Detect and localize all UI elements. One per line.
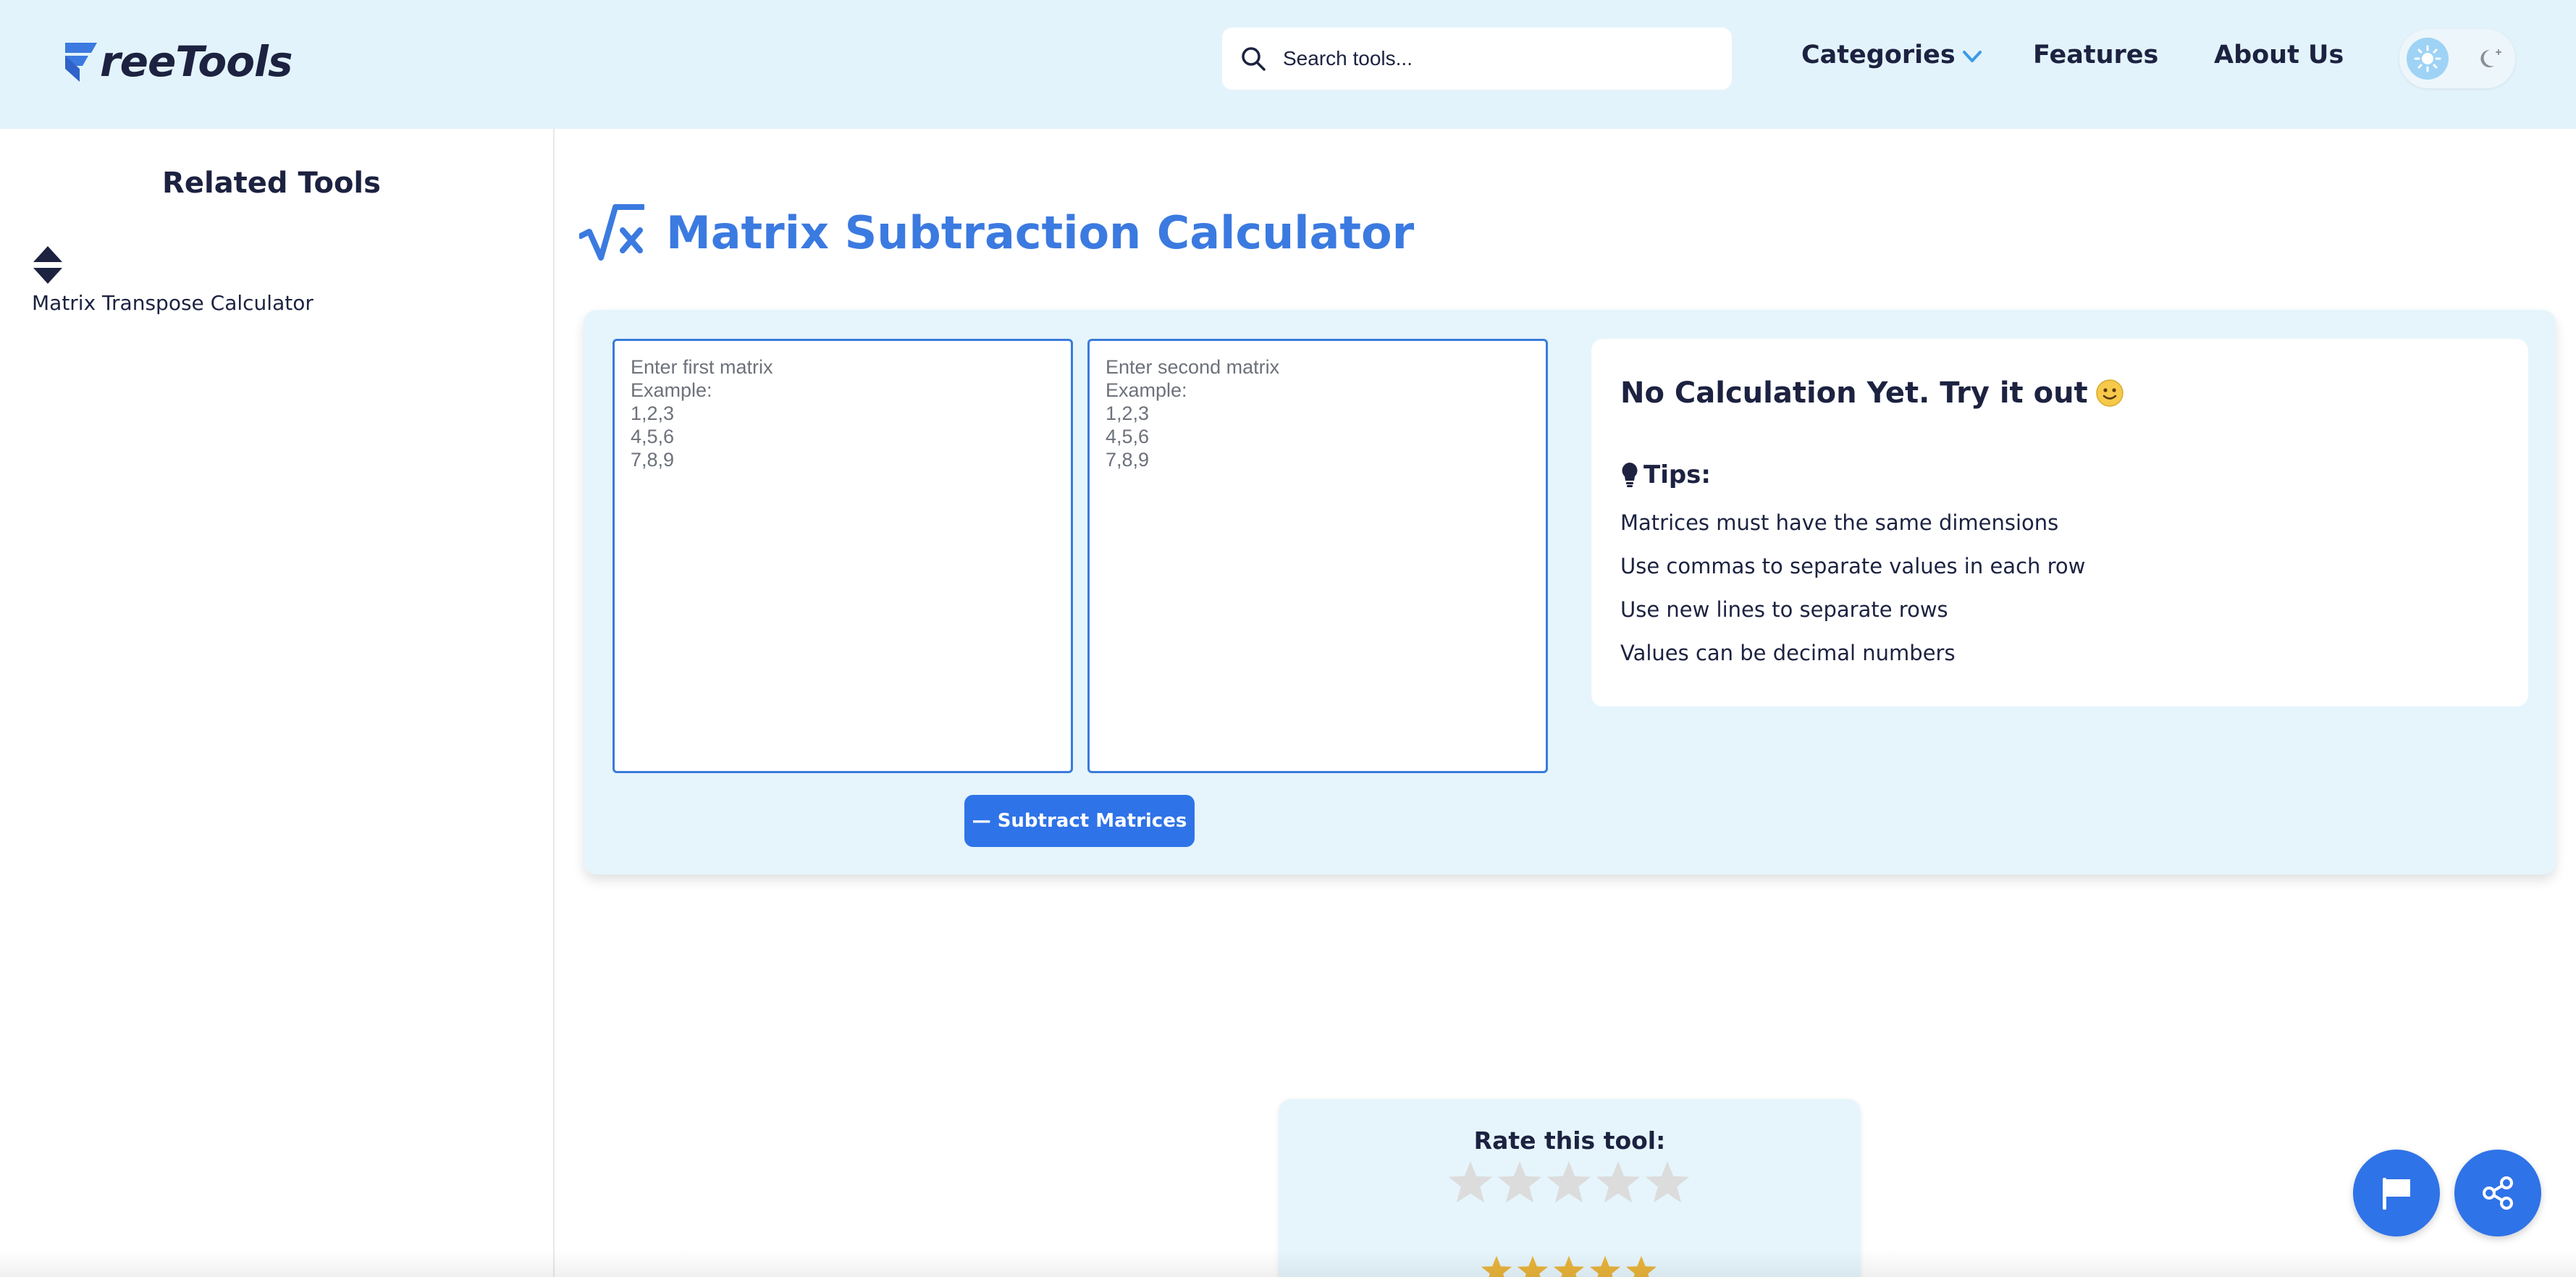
sort-arrows-icon <box>33 246 62 284</box>
rating-title: Rate this tool: <box>1473 1126 1666 1155</box>
first-matrix-input[interactable] <box>613 339 1073 773</box>
dark-mode-option[interactable] <box>2469 38 2511 80</box>
tips-heading-text: Tips: <box>1643 460 1712 489</box>
tip-item: Use commas to separate values in each ro… <box>1620 554 2086 578</box>
smile-emoji-icon <box>2095 379 2123 407</box>
chevron-down-icon <box>1962 51 1982 62</box>
site-header: reeTools Categories Features About Us <box>0 0 2576 129</box>
tips-heading: Tips: <box>1620 460 2499 489</box>
nav-about-label: About Us <box>2214 41 2344 69</box>
moon-icon <box>2480 49 2501 67</box>
square-root-x-icon <box>579 204 644 261</box>
sidebar-title: Related Tools <box>162 167 381 200</box>
search-icon <box>1242 47 1266 71</box>
nav-categories[interactable]: Categories <box>1801 41 1983 69</box>
rating-stars <box>1447 1158 1693 1206</box>
star-5-icon[interactable] <box>1643 1158 1691 1206</box>
tips-list: Matrices must have the same dimensions U… <box>1620 501 2499 675</box>
result-title-text: No Calculation Yet. Try it out <box>1620 376 2088 410</box>
calculator-panel: — Subtract Matrices No Calculation Yet. … <box>584 310 2556 874</box>
related-tool-matrix-transpose[interactable]: Matrix Transpose Calculator <box>32 245 313 315</box>
tip-item: Values can be decimal numbers <box>1620 641 1956 665</box>
page-title: Matrix Subtraction Calculator <box>666 206 1415 259</box>
share-icon <box>2483 1176 2513 1210</box>
nav-features[interactable]: Features <box>2033 41 2158 69</box>
star-filled-icon <box>1517 1255 1549 1277</box>
result-title: No Calculation Yet. Try it out <box>1620 376 2499 410</box>
star-2-icon[interactable] <box>1496 1158 1544 1206</box>
nav-categories-label: Categories <box>1801 41 1956 69</box>
rating-card: Rate this tool: <box>1279 1099 1861 1277</box>
theme-toggle[interactable] <box>2399 29 2515 88</box>
related-tools-sidebar: Related Tools Matrix Transpose Calculato… <box>0 129 555 1277</box>
site-logo[interactable]: reeTools <box>64 36 292 87</box>
search-input[interactable] <box>1283 47 1688 70</box>
subtract-matrices-button[interactable]: — Subtract Matrices <box>964 795 1195 847</box>
star-filled-icon <box>1553 1255 1585 1277</box>
star-3-icon[interactable] <box>1545 1158 1593 1206</box>
nav-features-label: Features <box>2033 41 2159 69</box>
star-filled-icon <box>1481 1255 1512 1277</box>
page-title-row: Matrix Subtraction Calculator <box>579 203 1414 262</box>
related-tool-label: Matrix Transpose Calculator <box>32 291 313 315</box>
star-4-icon[interactable] <box>1594 1158 1642 1206</box>
flag-icon <box>2383 1178 2410 1210</box>
share-button[interactable] <box>2454 1150 2541 1236</box>
nav-about-us[interactable]: About Us <box>2214 41 2344 69</box>
star-1-icon[interactable] <box>1447 1158 1494 1206</box>
star-filled-icon <box>1589 1255 1621 1277</box>
second-matrix-input[interactable] <box>1087 339 1548 773</box>
lightbulb-icon <box>1622 463 1638 487</box>
logo-text: reeTools <box>100 37 292 86</box>
sun-icon <box>2414 45 2441 72</box>
star-filled-icon <box>1625 1255 1657 1277</box>
logo-mark-icon <box>65 43 97 82</box>
tip-item: Matrices must have the same dimensions <box>1620 510 2059 535</box>
result-card: No Calculation Yet. Try it out Tips: Mat… <box>1591 339 2528 707</box>
search-box[interactable] <box>1222 28 1732 90</box>
tip-item: Use new lines to separate rows <box>1620 597 1948 622</box>
light-mode-option[interactable] <box>2407 38 2449 80</box>
report-button[interactable] <box>2353 1150 2440 1236</box>
average-rating-stars <box>1480 1254 1661 1277</box>
